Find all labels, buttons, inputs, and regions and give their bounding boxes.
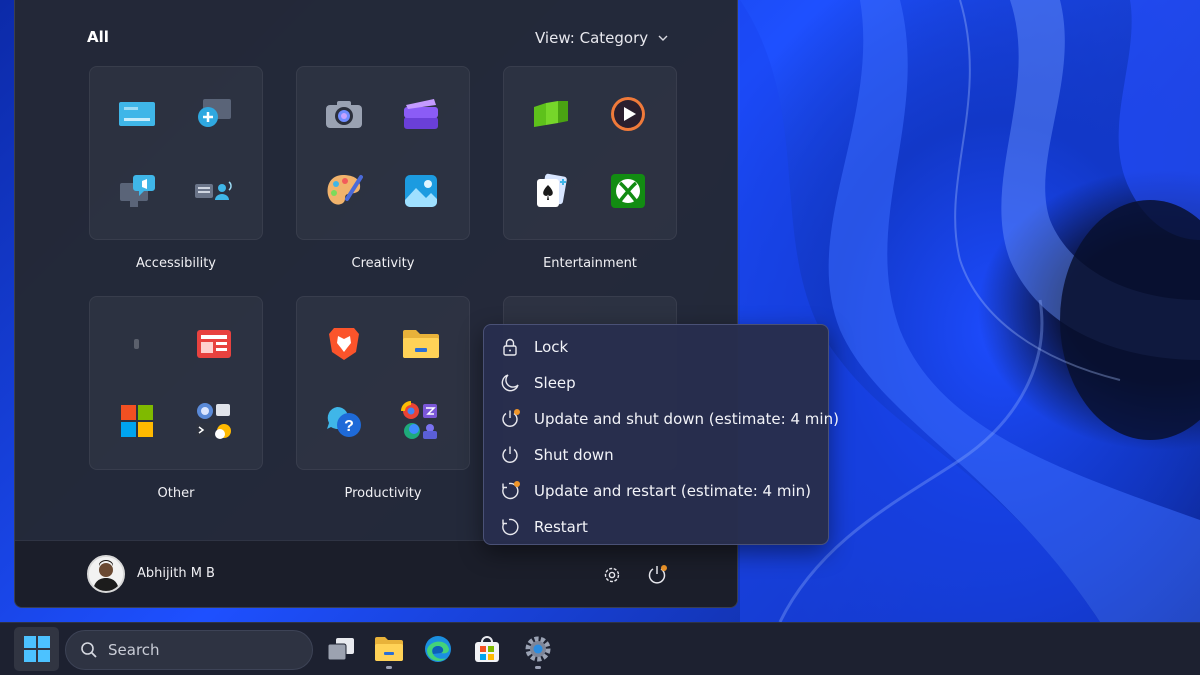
- clipchamp-icon[interactable]: [401, 94, 441, 134]
- category-label: Productivity: [344, 486, 422, 501]
- task-view-button[interactable]: [320, 628, 362, 670]
- chevron-down-icon: [658, 35, 668, 41]
- user-name[interactable]: Abhijith M B: [137, 566, 215, 581]
- power-menu: Lock Sleep Update and shut down (estimat…: [483, 324, 839, 545]
- blank-app-icon[interactable]: [117, 324, 157, 364]
- file-explorer-taskbar-button[interactable]: [368, 628, 410, 670]
- update-restart-label: Update and restart (estimate: 4 min): [534, 482, 811, 500]
- sleep-menu-item[interactable]: Sleep: [484, 365, 828, 401]
- taskbar-search-box[interactable]: Search: [65, 630, 313, 670]
- update-restart-icon: [500, 481, 520, 501]
- utilities-icon[interactable]: [194, 401, 234, 441]
- nvidia-icon[interactable]: [531, 94, 571, 134]
- paint-icon[interactable]: [324, 171, 364, 211]
- get-help-icon[interactable]: ?: [324, 401, 364, 441]
- running-indicator: [386, 666, 392, 669]
- category-label: Accessibility: [136, 256, 216, 271]
- gear-icon: [604, 567, 620, 583]
- lock-icon: [503, 338, 517, 356]
- update-shutdown-menu-item[interactable]: Update and shut down (estimate: 4 min): [484, 401, 839, 437]
- category-creativity[interactable]: [296, 66, 470, 240]
- category-other[interactable]: [89, 296, 263, 470]
- solitaire-icon[interactable]: [531, 171, 571, 211]
- search-icon: [81, 642, 97, 658]
- settings-icon: [525, 636, 551, 662]
- store-icon: [475, 636, 499, 662]
- restart-label: Restart: [534, 518, 588, 536]
- xbox-icon[interactable]: [608, 171, 648, 211]
- category-accessibility[interactable]: [89, 66, 263, 240]
- taskbar: Search: [0, 622, 1200, 675]
- category-entertainment[interactable]: [503, 66, 677, 240]
- power-button[interactable]: [643, 561, 671, 589]
- all-apps-title: All: [87, 28, 109, 46]
- media-player-icon[interactable]: [608, 94, 648, 134]
- restart-icon: [502, 518, 519, 536]
- lock-label: Lock: [534, 338, 569, 356]
- live-captions-icon[interactable]: [117, 171, 157, 211]
- category-label: Creativity: [351, 256, 415, 271]
- camera-icon[interactable]: [324, 94, 364, 134]
- start-button[interactable]: [14, 627, 59, 671]
- restart-menu-item[interactable]: Restart: [484, 509, 828, 545]
- start-header: All View: Category: [15, 24, 737, 50]
- edge-taskbar-button[interactable]: [417, 628, 459, 670]
- sleep-label: Sleep: [534, 374, 576, 392]
- svg-text:?: ?: [344, 418, 354, 435]
- file-explorer-icon: [375, 637, 403, 661]
- settings-button[interactable]: [598, 561, 626, 589]
- shutdown-label: Shut down: [534, 446, 614, 464]
- power-icon: [502, 446, 518, 463]
- windows-logo-icon: [23, 636, 50, 662]
- task-view-icon: [327, 638, 354, 661]
- start-footer: Abhijith M B: [15, 540, 737, 607]
- voice-access-icon[interactable]: [194, 171, 234, 211]
- narrator-icon[interactable]: [117, 94, 157, 134]
- file-explorer-icon[interactable]: [401, 324, 441, 364]
- store-taskbar-button[interactable]: [466, 628, 508, 670]
- sleep-icon: [501, 374, 519, 392]
- lock-menu-item[interactable]: Lock: [484, 329, 828, 365]
- app-folder-icon[interactable]: [401, 401, 441, 441]
- category-label: Entertainment: [543, 256, 637, 271]
- edge-icon: [425, 636, 451, 662]
- running-indicator: [535, 666, 541, 669]
- brave-icon[interactable]: [324, 324, 364, 364]
- update-restart-menu-item[interactable]: Update and restart (estimate: 4 min): [484, 473, 828, 509]
- magnifier-icon[interactable]: [194, 94, 234, 134]
- photos-icon[interactable]: [401, 171, 441, 211]
- power-update-icon: [648, 565, 667, 584]
- settings-taskbar-button[interactable]: [517, 628, 559, 670]
- view-category-label: View: Category: [535, 29, 649, 47]
- category-productivity[interactable]: ?: [296, 296, 470, 470]
- shutdown-menu-item[interactable]: Shut down: [484, 437, 828, 473]
- news-icon[interactable]: [194, 324, 234, 364]
- avatar[interactable]: [87, 555, 125, 593]
- microsoft-store-tiles-icon[interactable]: [117, 401, 157, 441]
- category-label: Other: [157, 486, 195, 501]
- update-shutdown-icon: [500, 409, 520, 429]
- update-shutdown-label: Update and shut down (estimate: 4 min): [534, 410, 839, 428]
- view-category-button[interactable]: View: Category: [535, 26, 668, 50]
- search-placeholder: Search: [108, 641, 160, 659]
